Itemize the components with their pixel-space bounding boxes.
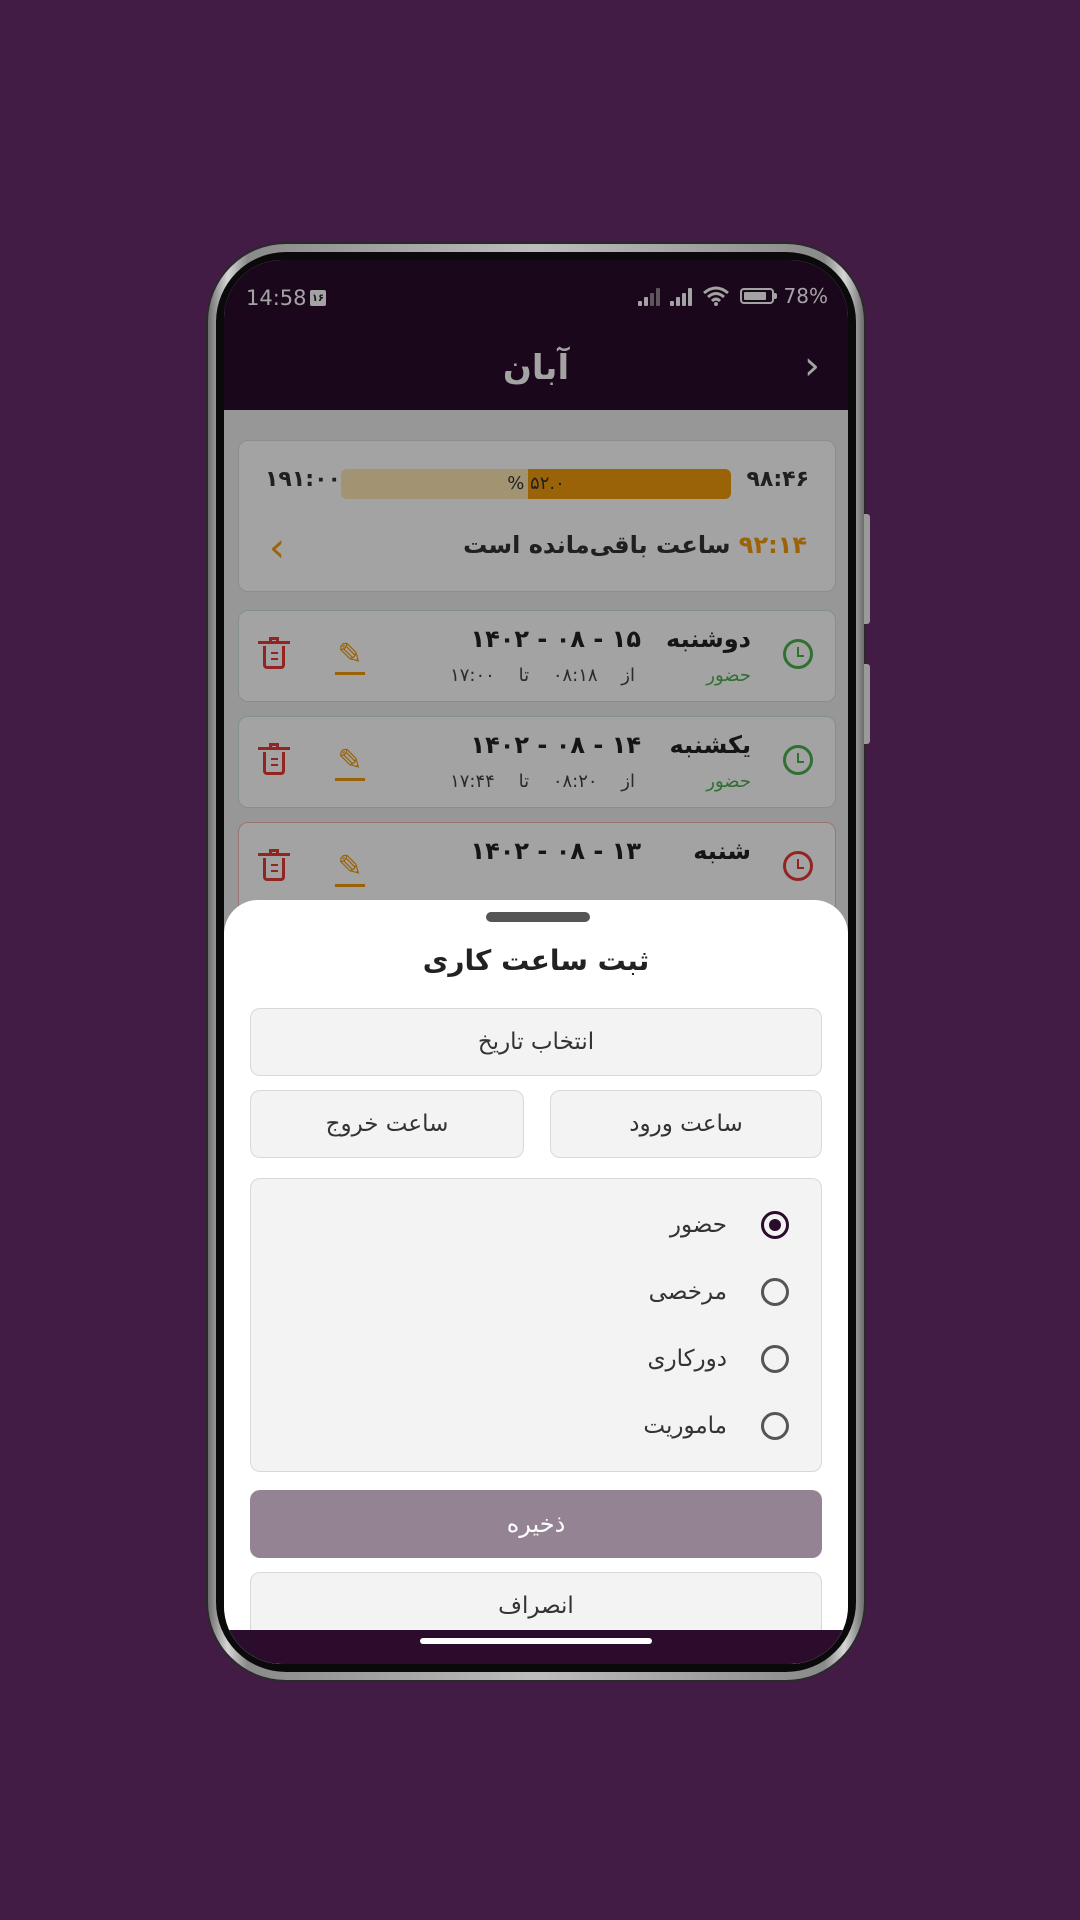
radio-option-remote[interactable]: دورکاری — [647, 1339, 789, 1379]
radio-option-leave[interactable]: مرخصی — [649, 1272, 789, 1312]
volume-button — [864, 514, 870, 624]
screen: 14:58 ۱۶ 78% آبان › ۱۹۱:۰۰ % ۵۲.۰ ۹۸:۴۶ … — [224, 260, 848, 1664]
radio-icon[interactable] — [761, 1345, 789, 1373]
radio-label: مرخصی — [648, 1279, 727, 1305]
radio-label: حضور — [669, 1212, 727, 1238]
save-button[interactable]: ذخیره — [250, 1490, 822, 1558]
radio-label: دورکاری — [647, 1346, 727, 1372]
work-type-radio-group: حضور مرخصی دورکاری ماموریت — [250, 1178, 822, 1472]
exit-time-button[interactable]: ساعت خروج — [250, 1090, 524, 1158]
power-button — [864, 664, 870, 744]
phone-frame: 14:58 ۱۶ 78% آبان › ۱۹۱:۰۰ % ۵۲.۰ ۹۸:۴۶ … — [208, 244, 870, 1680]
radio-option-mission[interactable]: ماموریت — [643, 1406, 789, 1446]
date-picker-button[interactable]: انتخاب تاریخ — [250, 1008, 822, 1076]
drag-handle[interactable] — [486, 912, 590, 922]
entry-time-button[interactable]: ساعت ورود — [550, 1090, 822, 1158]
radio-icon[interactable] — [761, 1412, 789, 1440]
radio-label: ماموریت — [643, 1413, 727, 1439]
radio-option-presence[interactable]: حضور — [670, 1205, 789, 1245]
home-indicator[interactable] — [420, 1638, 652, 1644]
radio-icon[interactable] — [761, 1278, 789, 1306]
bottom-sheet: ثبت ساعت کاری انتخاب تاریخ ساعت ورود ساع… — [224, 900, 848, 1664]
system-nav-bar — [224, 1630, 848, 1664]
radio-checked-icon[interactable] — [761, 1211, 789, 1239]
sheet-title: ثبت ساعت کاری — [422, 944, 650, 977]
